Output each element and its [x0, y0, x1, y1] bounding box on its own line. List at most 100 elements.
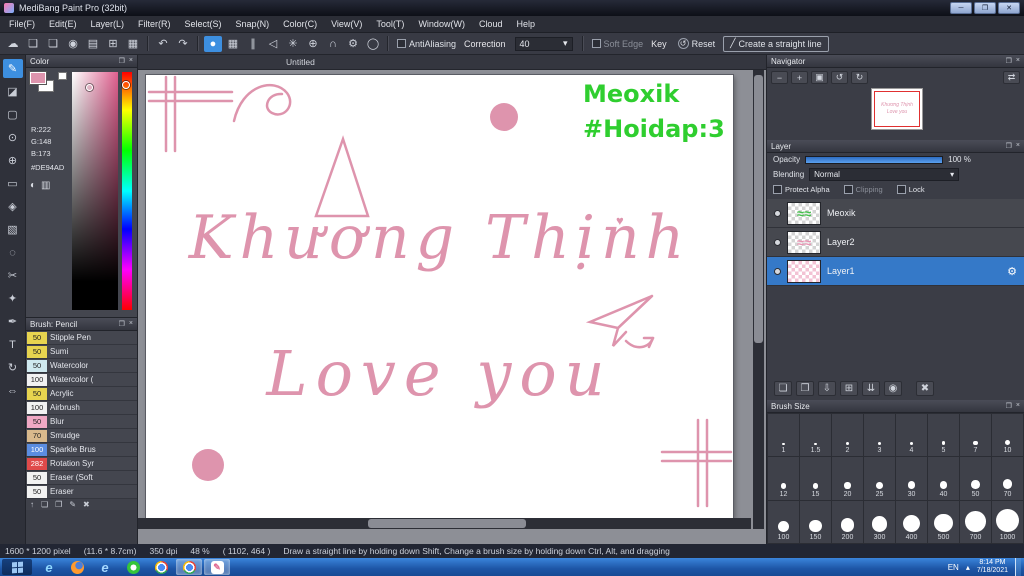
- brush-size-option[interactable]: 100: [768, 500, 799, 543]
- move-tool[interactable]: ⊕: [3, 151, 23, 170]
- palette-icon[interactable]: ◉: [64, 36, 82, 52]
- menu-item[interactable]: Layer(L): [84, 17, 132, 31]
- gradient-tool[interactable]: ▧: [3, 220, 23, 239]
- brush-item[interactable]: 50 Stipple Pen: [26, 331, 137, 345]
- snap-cross-icon[interactable]: ⊕: [304, 36, 322, 52]
- transparent-color-swatch[interactable]: [58, 72, 67, 80]
- brush-new-icon[interactable]: ❏: [41, 500, 48, 509]
- layer-row[interactable]: ≈≈ Layer2: [767, 228, 1024, 257]
- brush-size-option[interactable]: 20: [832, 457, 863, 500]
- snap-ellipse-icon[interactable]: ◯: [364, 36, 382, 52]
- antialiasing-checkbox[interactable]: AntiAliasing: [397, 39, 456, 49]
- brush-size-option[interactable]: 150: [800, 500, 831, 543]
- add-folder-icon[interactable]: ⊞: [840, 380, 858, 396]
- reset-button[interactable]: ↺ Reset: [672, 36, 722, 52]
- menu-item[interactable]: Select(S): [178, 17, 229, 31]
- brush-size-option[interactable]: 1000: [992, 500, 1023, 543]
- correction-dropdown[interactable]: 40 ▾: [514, 36, 573, 51]
- brush-size-option[interactable]: 1: [768, 414, 799, 457]
- menu-item[interactable]: Edit(E): [42, 17, 84, 31]
- brush-size-option[interactable]: 70: [992, 457, 1023, 500]
- chrome-icon[interactable]: [148, 559, 174, 575]
- brush-size-option[interactable]: 12: [768, 457, 799, 500]
- brush-item[interactable]: 100 Sparkle Brus: [26, 443, 137, 457]
- clock[interactable]: 8:14 PM 7/18/2021: [977, 559, 1008, 575]
- brush-size-option[interactable]: 400: [896, 500, 927, 543]
- hue-marker[interactable]: [122, 81, 130, 89]
- snap-radial-icon[interactable]: ✳: [284, 36, 302, 52]
- start-button[interactable]: [2, 559, 32, 575]
- popout-icon[interactable]: ❐: [1006, 142, 1012, 150]
- brush-item[interactable]: 282 Rotation Syr: [26, 457, 137, 471]
- vertical-scrollbar[interactable]: [753, 70, 764, 529]
- brush-size-option[interactable]: 2: [832, 414, 863, 457]
- hue-slider[interactable]: [122, 72, 132, 310]
- layer-row[interactable]: ≈≈ Meoxik: [767, 199, 1024, 228]
- brush-item[interactable]: 50 Sumi: [26, 345, 137, 359]
- bucket-tool[interactable]: ◈: [3, 197, 23, 216]
- select-tool[interactable]: ▢: [3, 105, 23, 124]
- brush-size-option[interactable]: 300: [864, 500, 895, 543]
- brush-size-option[interactable]: 500: [928, 500, 959, 543]
- brush-size-option[interactable]: 10: [992, 414, 1023, 457]
- menu-item[interactable]: Filter(R): [131, 17, 178, 31]
- close-icon[interactable]: ×: [1016, 402, 1020, 410]
- chrome-2-icon[interactable]: [176, 559, 202, 575]
- brush-delete-icon[interactable]: ✖: [83, 500, 90, 509]
- camera-icon[interactable]: ◉: [884, 380, 902, 396]
- popout-icon[interactable]: ❐: [1006, 57, 1012, 65]
- snap-curve-icon[interactable]: ∩: [324, 36, 342, 52]
- close-icon[interactable]: ×: [129, 57, 133, 65]
- close-icon[interactable]: ×: [1016, 57, 1020, 65]
- protect-alpha-checkbox[interactable]: Protect Alpha: [773, 185, 830, 194]
- menu-item[interactable]: Cloud: [472, 17, 510, 31]
- brush-size-option[interactable]: 5: [928, 414, 959, 457]
- brush-up-icon[interactable]: ↑: [30, 500, 34, 509]
- soft-edge-checkbox[interactable]: Soft Edge: [591, 39, 643, 49]
- navigator-thumbnail[interactable]: Khương Thịnh Love you: [871, 88, 923, 130]
- ellipse-select-tool[interactable]: ◌: [3, 243, 23, 262]
- firefox-icon[interactable]: [64, 559, 90, 575]
- close-icon[interactable]: ×: [1016, 142, 1020, 150]
- cloud-icon[interactable]: ☁: [4, 36, 22, 52]
- eraser-tool[interactable]: ◪: [3, 82, 23, 101]
- delete-layer-icon[interactable]: ✖: [916, 380, 934, 396]
- foreground-color-swatch[interactable]: [30, 72, 46, 84]
- redo-icon[interactable]: ↷: [174, 36, 192, 52]
- tray-expand-icon[interactable]: ▴: [966, 563, 970, 572]
- snap-parallel-icon[interactable]: ∥: [244, 36, 262, 52]
- saturation-value-picker[interactable]: [72, 72, 118, 310]
- menu-item[interactable]: Help: [509, 17, 542, 31]
- minimize-button[interactable]: ─: [950, 2, 972, 14]
- lock-checkbox[interactable]: Lock: [896, 185, 925, 194]
- brush-item[interactable]: 50 Blur: [26, 415, 137, 429]
- color-sliders-icon[interactable]: ▥: [41, 180, 50, 191]
- grid-icon[interactable]: ⊞: [104, 36, 122, 52]
- popout-icon[interactable]: ❐: [1006, 402, 1012, 410]
- language-indicator[interactable]: EN: [948, 563, 959, 572]
- brush-item[interactable]: 100 Airbrush: [26, 401, 137, 415]
- round-brush-icon[interactable]: ●: [204, 35, 222, 52]
- close-icon[interactable]: ×: [129, 320, 133, 328]
- brush-size-option[interactable]: 200: [832, 500, 863, 543]
- path-tool[interactable]: ✒: [3, 312, 23, 331]
- clipping-checkbox[interactable]: Clipping: [843, 185, 883, 194]
- pen-tool[interactable]: ✎: [2, 59, 23, 78]
- horizontal-scrollbar-thumb[interactable]: [368, 519, 526, 528]
- text-tool[interactable]: T: [3, 335, 23, 354]
- popout-icon[interactable]: ❐: [119, 57, 125, 65]
- snap-grid-icon[interactable]: ▦: [224, 36, 242, 52]
- brush-size-option[interactable]: 50: [960, 457, 991, 500]
- popout-icon[interactable]: ❐: [119, 320, 125, 328]
- brush-item[interactable]: 100 Watercolor (: [26, 373, 137, 387]
- brush-size-option[interactable]: 4: [896, 414, 927, 457]
- brush-item[interactable]: 50 Acrylic: [26, 387, 137, 401]
- layer-visibility-toggle[interactable]: [774, 209, 781, 217]
- undo-icon[interactable]: ↶: [154, 36, 172, 52]
- brush-size-option[interactable]: 700: [960, 500, 991, 543]
- layer-row[interactable]: Layer1 ⚙: [767, 257, 1024, 286]
- list-icon[interactable]: ▤: [84, 36, 102, 52]
- zoom-fit-icon[interactable]: ▣: [811, 71, 828, 84]
- show-desktop-button[interactable]: [1015, 558, 1021, 576]
- add-layer-icon[interactable]: ❏: [774, 380, 792, 396]
